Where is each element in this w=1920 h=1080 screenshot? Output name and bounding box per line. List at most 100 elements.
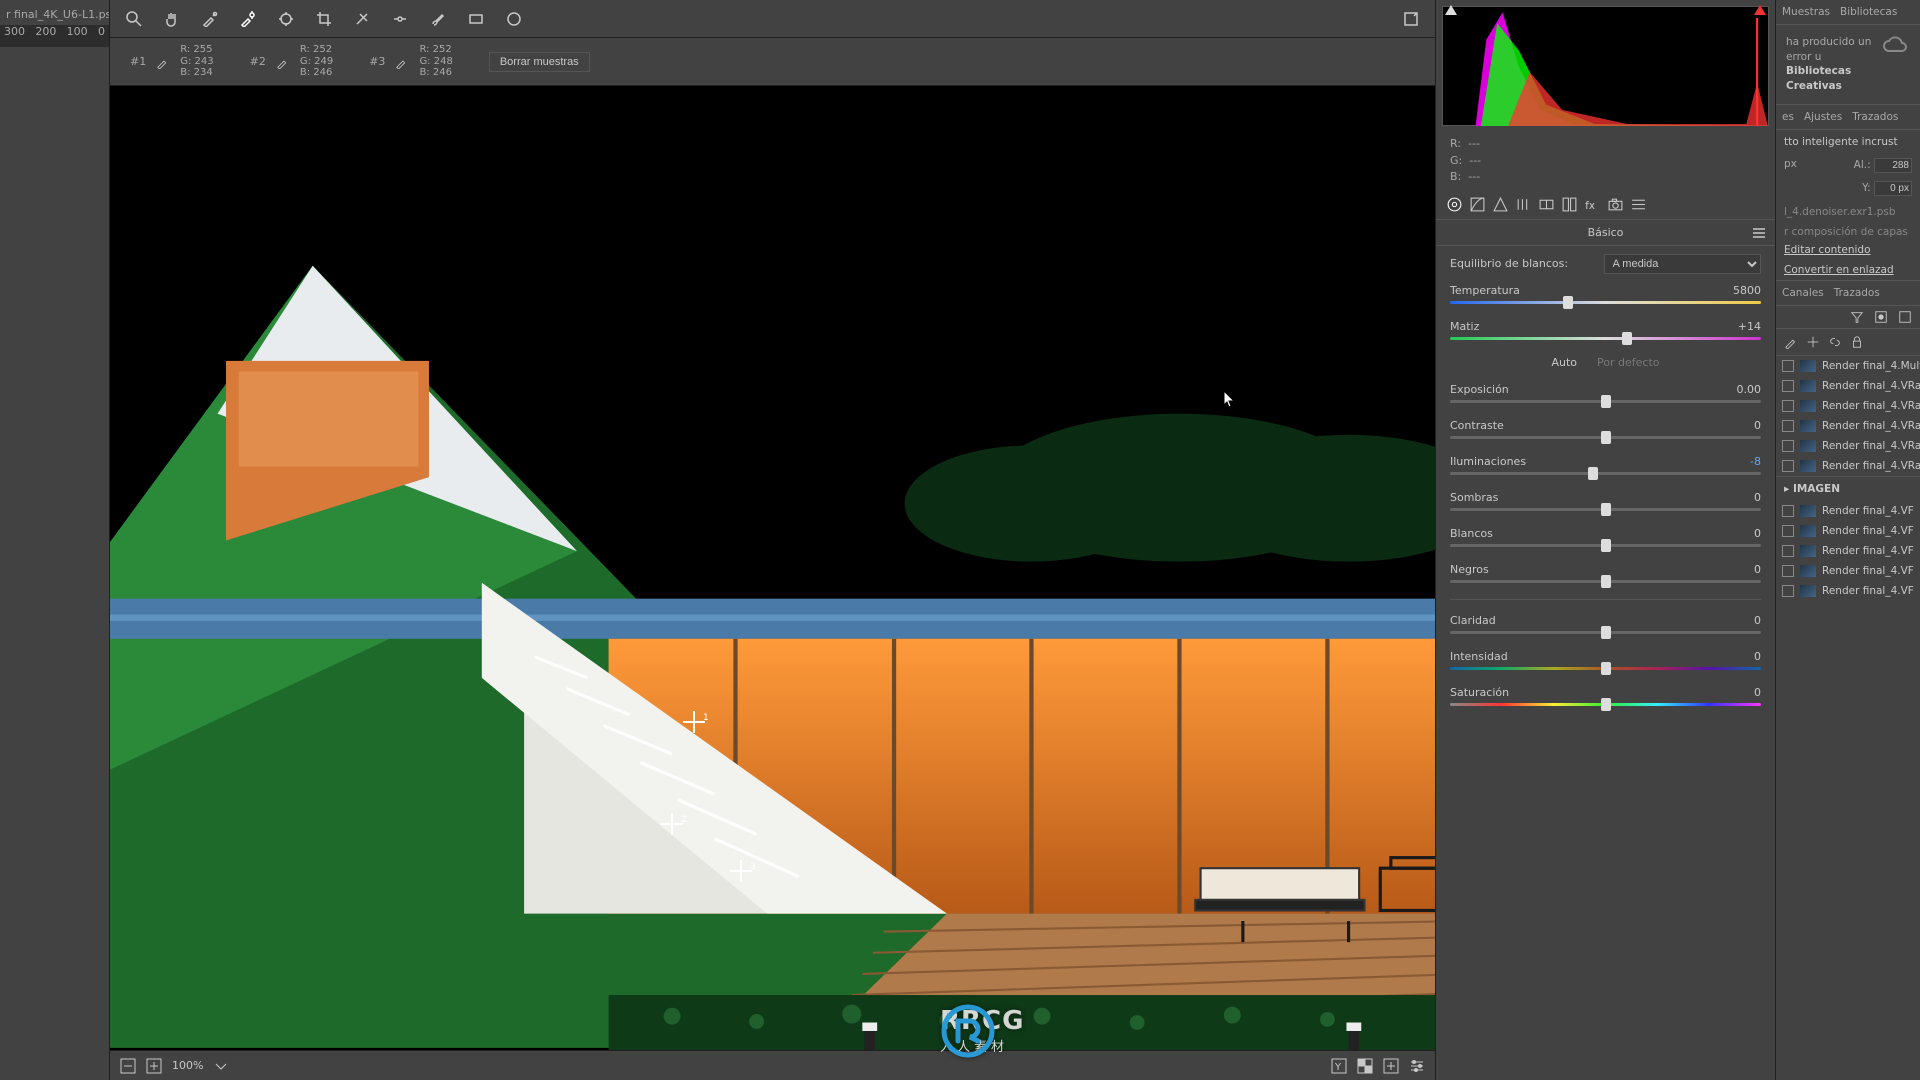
zoom-level[interactable]: 100%	[172, 1059, 203, 1072]
hsl-tab-icon[interactable]	[1515, 196, 1532, 213]
basic-tab-icon[interactable]	[1446, 196, 1463, 213]
layer-item[interactable]: Render final_4.VF	[1776, 561, 1920, 581]
hand-icon[interactable]	[162, 9, 182, 29]
main-toolbar	[110, 0, 1435, 38]
layer-item[interactable]: Render final_4.VF	[1776, 521, 1920, 541]
layer-item[interactable]: Render final_4.VRay	[1776, 456, 1920, 476]
tab-es[interactable]: es	[1782, 111, 1794, 123]
layer-item[interactable]: Render final_4.VF	[1776, 581, 1920, 601]
comp-label: r composición de capas	[1776, 224, 1920, 240]
layer-item[interactable]: Render final_4.VRayL	[1776, 436, 1920, 456]
crop-icon[interactable]	[314, 9, 334, 29]
default-button[interactable]: Por defecto	[1597, 356, 1659, 369]
color-sampler-icon[interactable]	[238, 9, 258, 29]
camera-tab-icon[interactable]	[1607, 196, 1624, 213]
layer-item[interactable]: Render final_4.VRay	[1776, 416, 1920, 436]
layer-item[interactable]: Render final_4.Mult	[1776, 356, 1920, 376]
sample-marker-2[interactable]: 2	[665, 817, 679, 831]
link-icon[interactable]	[1828, 335, 1842, 349]
eyedropper-icon	[276, 55, 290, 69]
checker-icon[interactable]	[1357, 1058, 1373, 1074]
convert-linked-link[interactable]: Convertir en enlazad	[1776, 260, 1920, 280]
curve-tab-icon[interactable]	[1469, 196, 1486, 213]
sample-marker-3[interactable]: 3	[734, 864, 748, 878]
svg-text:fx: fx	[1585, 198, 1595, 211]
render-image	[110, 86, 1435, 1050]
layer-item[interactable]: Render final_4.VF	[1776, 501, 1920, 521]
collapsed-panels: MuestrasBibliotecas ha producido un erro…	[1775, 0, 1920, 1080]
status-bar: 100% Y	[110, 1050, 1435, 1080]
sliders-icon[interactable]	[1409, 1058, 1425, 1074]
eyedropper-icon	[156, 55, 170, 69]
watermark: RRCG 人人素材	[940, 1006, 1024, 1055]
panel-menu-icon[interactable]	[1753, 228, 1765, 238]
clear-samples-button[interactable]: Borrar muestras	[489, 52, 590, 72]
doc-tab[interactable]: r final_4K_U6-L1.psd al	[0, 4, 109, 25]
slider-matiz[interactable]: Matiz+14	[1450, 320, 1761, 340]
edit-contents-link[interactable]: Editar contenido	[1776, 240, 1920, 260]
sample-readouts: #1 R: 255G: 243B: 234 #2 R: 252G: 249B: …	[110, 38, 1435, 86]
move-icon[interactable]	[1806, 335, 1820, 349]
layer-item[interactable]: Render final_4.VRay	[1776, 376, 1920, 396]
histogram[interactable]	[1442, 6, 1769, 126]
y-icon[interactable]: Y	[1331, 1058, 1347, 1074]
fx-tab-icon[interactable]: fx	[1584, 196, 1601, 213]
wb-label: Equilibrio de blancos:	[1450, 257, 1598, 270]
edit-icon[interactable]	[1784, 335, 1798, 349]
auto-button[interactable]: Auto	[1551, 356, 1577, 369]
new-icon[interactable]	[1898, 310, 1912, 324]
slider-exposicion[interactable]: Exposición0.00	[1450, 383, 1761, 403]
adjust-icon[interactable]	[390, 9, 410, 29]
slider-negros[interactable]: Negros0	[1450, 563, 1761, 583]
slider-intensidad[interactable]: Intensidad0	[1450, 650, 1761, 670]
plus-box-icon[interactable]	[146, 1058, 162, 1074]
detail-tab-icon[interactable]	[1492, 196, 1509, 213]
target-icon[interactable]	[276, 9, 296, 29]
export-icon[interactable]	[1401, 9, 1421, 29]
plus-icon[interactable]	[1383, 1058, 1399, 1074]
tab-trazados[interactable]: Trazados	[1852, 111, 1898, 123]
zoom-icon[interactable]	[124, 9, 144, 29]
y-input[interactable]	[1874, 181, 1912, 196]
grad-radial-icon[interactable]	[504, 9, 524, 29]
tab-muestras[interactable]: Muestras	[1782, 6, 1830, 18]
brush-icon[interactable]	[428, 9, 448, 29]
minus-box-icon[interactable]	[120, 1058, 136, 1074]
lock-icon[interactable]	[1850, 335, 1864, 349]
slider-contraste[interactable]: Contraste0	[1450, 419, 1761, 439]
slider-blancos[interactable]: Blancos0	[1450, 527, 1761, 547]
camera-raw-panel: R: --- G: --- B: --- fx Básico Equilibri…	[1435, 0, 1775, 1080]
canvas[interactable]: 1 2 3 RRCG 人人素材	[110, 86, 1435, 1050]
lens-tab-icon[interactable]	[1561, 196, 1578, 213]
mask-icon[interactable]	[1874, 310, 1888, 324]
sample-2: #2 R: 252G: 249B: 246	[250, 44, 334, 79]
eyedropper-icon[interactable]	[200, 9, 220, 29]
cloud-icon	[1882, 35, 1910, 55]
sample-marker-1[interactable]: 1	[687, 715, 701, 729]
spot-heal-icon[interactable]	[352, 9, 372, 29]
wb-select[interactable]: A medida	[1604, 254, 1762, 274]
tab-bibliotecas[interactable]: Bibliotecas	[1840, 6, 1897, 18]
rgb-readout: R: --- G: --- B: ---	[1436, 132, 1775, 190]
slider-claridad[interactable]: Claridad0	[1450, 614, 1761, 634]
layer-item[interactable]: Render final_4.VF	[1776, 541, 1920, 561]
smart-obj-name: tto inteligente incrust	[1776, 130, 1920, 154]
width-input[interactable]	[1874, 158, 1912, 173]
slider-iluminaciones[interactable]: Iluminaciones-8	[1450, 455, 1761, 475]
tab-trazados-2[interactable]: Trazados	[1834, 287, 1880, 299]
eyedropper-icon	[395, 55, 409, 69]
grad-linear-icon[interactable]	[466, 9, 486, 29]
slider-sombras[interactable]: Sombras0	[1450, 491, 1761, 511]
panel-title: Básico	[1436, 220, 1775, 246]
layers-list: Render final_4.Mult Render final_4.VRay …	[1776, 356, 1920, 1080]
tab-ajustes[interactable]: Ajustes	[1804, 111, 1842, 123]
slider-saturacion[interactable]: Saturación0	[1450, 686, 1761, 706]
presets-tab-icon[interactable]	[1630, 196, 1647, 213]
slider-temperatura[interactable]: Temperatura5800	[1450, 284, 1761, 304]
tab-canales[interactable]: Canales	[1782, 287, 1824, 299]
chevron-down-icon[interactable]	[213, 1058, 229, 1074]
split-tab-icon[interactable]	[1538, 196, 1555, 213]
layer-folder[interactable]: ▸ IMAGEN	[1776, 476, 1920, 501]
layer-item[interactable]: Render final_4.VRay	[1776, 396, 1920, 416]
filter-icon[interactable]	[1850, 310, 1864, 324]
